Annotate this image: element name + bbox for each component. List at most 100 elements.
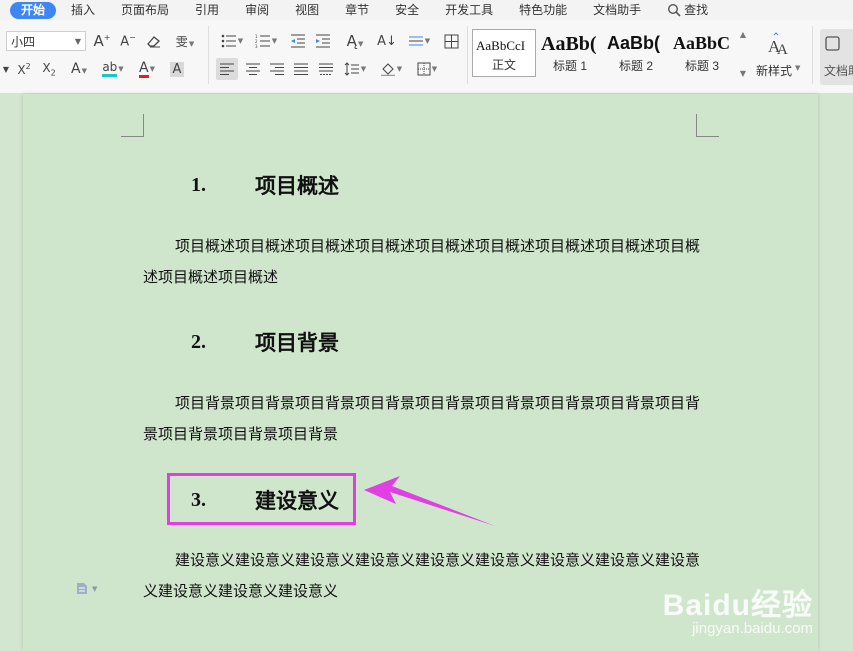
ribbon-divider xyxy=(812,26,813,84)
tab-review[interactable]: 审阅 xyxy=(232,0,282,20)
superscript-button[interactable]: X2 xyxy=(13,59,35,79)
style-heading-1[interactable]: AaBb( 标题 1 xyxy=(538,29,602,77)
justify-icon xyxy=(294,63,308,75)
style-heading-3[interactable]: AaBbC 标题 3 xyxy=(670,29,734,77)
outdent-icon xyxy=(291,34,305,48)
style-heading-2[interactable]: AaBb( 标题 2 xyxy=(604,29,668,77)
shading-button[interactable]: ▼ xyxy=(376,58,406,80)
search-button[interactable]: 查找 xyxy=(654,0,721,20)
highlighter-icon: ab xyxy=(102,61,118,77)
styles-gallery-scroll[interactable]: ▲ ▼ xyxy=(738,30,748,78)
sort-button[interactable]: A↓ xyxy=(376,31,398,51)
paragraph-text: 项目概述项目概述项目概述项目概述项目概述项目概述项目概述项目概述项目概述项目概述… xyxy=(143,237,701,286)
line-spacing-button[interactable]: ▼ xyxy=(340,58,370,80)
tab-home[interactable]: 开始 xyxy=(10,1,57,19)
chevron-down-icon: ▼ xyxy=(2,64,10,74)
body-paragraph[interactable]: 项目概述项目概述项目概述项目概述项目概述项目概述项目概述项目概述项目概述项目概述… xyxy=(143,231,703,293)
text-direction-icon: Ą▼ xyxy=(346,32,364,50)
decrease-font-size-button[interactable]: A− xyxy=(117,31,139,51)
annotation-arrow-icon xyxy=(364,476,495,526)
tab-developer[interactable]: 开发工具 xyxy=(432,0,506,20)
justify-button[interactable] xyxy=(290,58,312,80)
doc-tools-icon xyxy=(825,36,840,51)
paragraph-layout-button[interactable]: ▼ xyxy=(76,582,97,595)
style-name: 标题 1 xyxy=(552,59,587,73)
new-style-button[interactable]: AA 新样式 ▼ xyxy=(752,32,812,82)
distribute-icon xyxy=(408,36,423,46)
tab-chapter[interactable]: 章节 xyxy=(332,0,382,20)
paragraph-text: 建设意义建设意义建设意义建设意义建设意义建设意义建设意义建设意义建设意义建设意义… xyxy=(143,551,701,600)
watermark-brand: Baidu经验 xyxy=(662,589,813,622)
phonetic-guide-button[interactable]: 雯▼ xyxy=(170,31,200,51)
section-heading[interactable]: 1. 项目概述 xyxy=(168,170,339,200)
search-label: 查找 xyxy=(684,3,709,17)
font-more-chevron[interactable]: ▼ xyxy=(0,59,12,79)
distributed-align-button[interactable] xyxy=(315,58,337,80)
character-shading-button[interactable]: A xyxy=(166,59,188,79)
text-direction-button[interactable]: Ą▼ xyxy=(340,31,370,51)
chevron-down-icon: ▼ xyxy=(795,64,801,72)
subscript-icon: X2 xyxy=(42,60,56,78)
chevron-down-icon: ▼ xyxy=(74,37,81,46)
tab-security[interactable]: 安全 xyxy=(382,0,432,20)
decrease-font-icon: A− xyxy=(120,32,136,50)
grid-icon xyxy=(444,34,458,48)
chevron-up-icon: ▲ xyxy=(739,30,747,39)
decrease-indent-button[interactable] xyxy=(287,31,309,51)
align-right-icon xyxy=(270,63,284,75)
borders-button[interactable]: ▼ xyxy=(412,58,442,80)
watermark: Baidu经验 jingyan.baidu.com xyxy=(663,580,813,637)
font-size-select[interactable]: 小四 ▼ xyxy=(6,31,86,51)
tab-doc-assistant[interactable]: 文档助手 xyxy=(580,0,654,20)
increase-font-size-button[interactable]: A+ xyxy=(91,31,113,51)
highlight-color-button[interactable]: ab ▼ xyxy=(98,59,128,79)
page-corner-mark xyxy=(121,114,144,137)
text-effect-button[interactable]: A▼ xyxy=(64,59,94,79)
chevron-down-icon: ▼ xyxy=(739,69,747,78)
style-sample: AaBbC xyxy=(673,33,731,53)
align-center-button[interactable] xyxy=(242,58,264,80)
paint-bucket-icon xyxy=(380,63,395,76)
body-paragraph[interactable]: 项目背景项目背景项目背景项目背景项目背景项目背景项目背景项目背景项目背景项目背景… xyxy=(143,388,703,450)
align-left-button[interactable] xyxy=(216,58,238,80)
sort-icon: A↓ xyxy=(377,33,397,49)
tab-references[interactable]: 引用 xyxy=(182,0,232,20)
align-right-button[interactable] xyxy=(266,58,288,80)
svg-text:A: A xyxy=(777,42,788,58)
body-paragraph[interactable]: 建设意义建设意义建设意义建设意义建设意义建设意义建设意义建设意义建设意义建设意义… xyxy=(143,545,703,607)
document-area[interactable]: 1. 项目概述 项目概述项目概述项目概述项目概述项目概述项目概述项目概述项目概述… xyxy=(0,94,853,651)
numbering-button[interactable]: 1 2 3 ▼ xyxy=(252,31,280,51)
font-color-icon: A xyxy=(139,59,149,78)
doc-assistant-tools-button[interactable]: 文档助 xyxy=(820,29,853,85)
ribbon-toolbar: 小四 ▼ A+ A− 雯▼ ▼ X2 X2 A▼ ab ▼ A ▼ A ▼ 1 2 3 ▼… xyxy=(0,20,853,94)
ribbon-divider xyxy=(208,26,209,84)
distribute-button[interactable]: ▼ xyxy=(404,31,434,51)
clear-format-button[interactable] xyxy=(143,31,165,51)
subscript-button[interactable]: X2 xyxy=(38,59,60,79)
style-name: 标题 3 xyxy=(684,59,719,73)
paragraph-text: 项目背景项目背景项目背景项目背景项目背景项目背景项目背景项目背景项目背景项目背景… xyxy=(143,394,701,443)
ribbon-divider xyxy=(467,26,468,84)
heading-number: 2. xyxy=(191,330,206,353)
increase-font-icon: A+ xyxy=(93,32,111,50)
chevron-down-icon: ▼ xyxy=(92,584,98,593)
tab-special-features[interactable]: 特色功能 xyxy=(506,0,580,20)
styles-gallery: AaBbCcI 正文 AaBb( 标题 1 AaBb( 标题 2 AaBbC 标… xyxy=(472,29,748,79)
phonetic-icon: 雯▼ xyxy=(175,34,195,49)
style-name: 标题 2 xyxy=(618,59,653,73)
tab-insert[interactable]: 插入 xyxy=(58,0,108,20)
style-normal[interactable]: AaBbCcI 正文 xyxy=(472,29,536,77)
align-center-icon xyxy=(246,63,260,75)
tab-view[interactable]: 视图 xyxy=(282,0,332,20)
indent-icon xyxy=(316,34,330,48)
numbered-list-icon: 123 xyxy=(255,34,270,48)
distributed-align-icon xyxy=(319,63,333,75)
style-name: 正文 xyxy=(491,58,516,72)
section-heading[interactable]: 2. 项目背景 xyxy=(168,327,339,357)
increase-indent-button[interactable] xyxy=(312,31,334,51)
bullets-button[interactable]: ▼ xyxy=(218,31,246,51)
tab-page-layout[interactable]: 页面布局 xyxy=(108,0,182,20)
font-color-button[interactable]: A ▼ xyxy=(132,59,162,79)
document-icon xyxy=(77,583,87,594)
table-button[interactable] xyxy=(440,31,462,51)
